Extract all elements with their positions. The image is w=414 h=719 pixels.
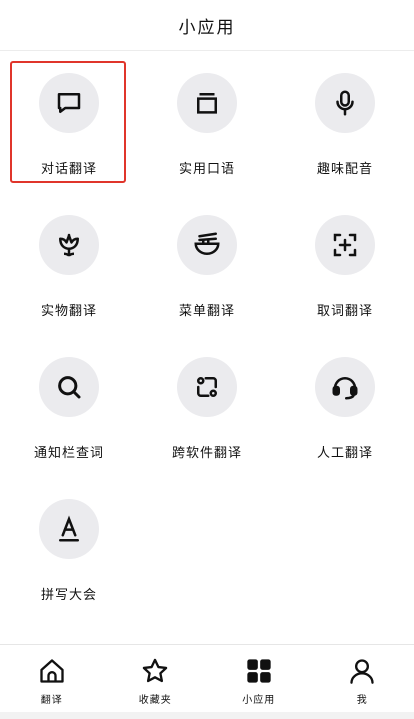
tile-icon-circle — [39, 73, 99, 133]
nav-label: 收藏夹 — [138, 695, 172, 706]
nav-label: 翻译 — [40, 695, 63, 706]
tile-label: 实用口语 — [178, 162, 235, 177]
tile-menu-translation[interactable]: 菜单翻译 — [138, 193, 276, 335]
tile-word-capture-translation[interactable]: 取词翻译 — [276, 193, 414, 335]
tile-label: 拼写大会 — [40, 588, 97, 603]
tile-icon-circle — [315, 357, 375, 417]
tile-label: 取词翻译 — [316, 304, 373, 319]
person-icon — [350, 659, 374, 684]
page-title: 小应用 — [178, 17, 236, 38]
star-icon — [143, 658, 168, 683]
noodle-bowl-icon — [194, 232, 220, 255]
tile-icon-circle — [177, 73, 237, 133]
app-header: 小应用 — [0, 0, 414, 51]
tile-icon-circle — [177, 357, 237, 417]
tile-spelling-contest[interactable]: 拼写大会 — [0, 477, 138, 619]
tile-icon-circle — [177, 215, 237, 275]
card-stack-icon — [197, 93, 217, 114]
nav-item-me[interactable]: 我 — [311, 645, 414, 713]
tile-practical-speaking[interactable]: 实用口语 — [138, 51, 276, 193]
tile-label: 跨软件翻译 — [171, 446, 242, 461]
nav-label: 小应用 — [242, 695, 276, 706]
tile-icon-circle — [315, 73, 375, 133]
scan-plus-icon — [333, 233, 357, 257]
bottom-navigation: 翻译 收藏夹 小应用 我 — [0, 644, 414, 713]
headset-icon — [332, 377, 358, 400]
tile-label: 实物翻译 — [40, 304, 97, 319]
nav-item-favorites[interactable]: 收藏夹 — [104, 645, 208, 713]
home-icon — [40, 659, 64, 683]
tile-human-translation[interactable]: 人工翻译 — [276, 335, 414, 477]
tile-cross-app-translation[interactable]: 跨软件翻译 — [138, 335, 276, 477]
search-icon — [58, 376, 81, 399]
letter-a-icon — [59, 515, 79, 542]
grid-icon — [247, 659, 271, 683]
nav-label: 我 — [356, 695, 368, 706]
bottom-strip — [0, 712, 414, 719]
tile-object-translation[interactable]: 实物翻译 — [0, 193, 138, 335]
tile-dialogue-translation[interactable]: 对话翻译 — [0, 51, 138, 193]
nav-item-mini-apps[interactable]: 小应用 — [207, 645, 311, 713]
cross-app-icon — [197, 377, 217, 397]
microphone-icon — [336, 90, 354, 116]
tile-icon-circle — [39, 499, 99, 559]
flower-icon — [59, 233, 79, 257]
tile-icon-circle — [39, 215, 99, 275]
tile-fun-dubbing[interactable]: 趣味配音 — [276, 51, 414, 193]
tile-notification-lookup[interactable]: 通知栏查词 — [0, 335, 138, 477]
tile-label: 趣味配音 — [316, 162, 373, 177]
tile-label: 通知栏查词 — [33, 446, 104, 461]
chat-bubble-icon — [57, 93, 81, 113]
tile-icon-circle — [39, 357, 99, 417]
tile-label: 菜单翻译 — [178, 304, 235, 319]
tile-icon-circle — [315, 215, 375, 275]
tile-label: 对话翻译 — [40, 162, 97, 177]
tile-label: 人工翻译 — [316, 446, 373, 461]
nav-item-translate[interactable]: 翻译 — [0, 645, 104, 713]
